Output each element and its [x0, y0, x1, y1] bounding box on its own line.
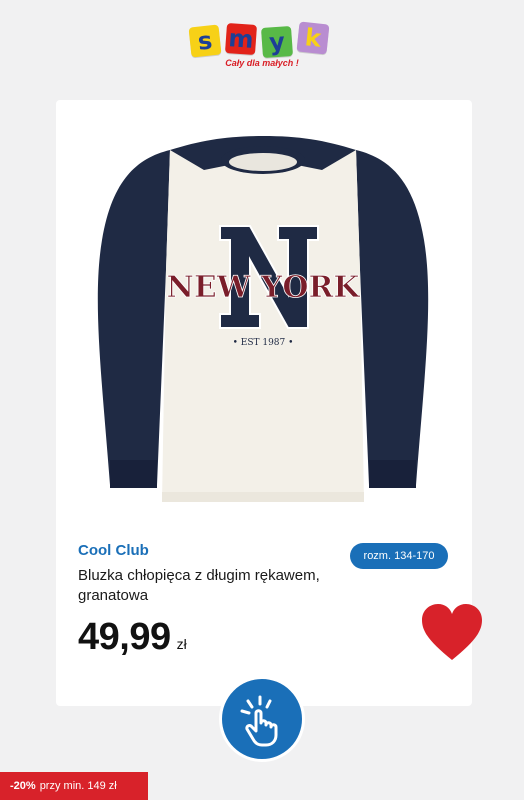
- promo-text: przy min. 149 zł: [39, 780, 117, 792]
- product-card[interactable]: NEW YORK • EST 1987 • Cool Club rozm. 13…: [56, 100, 472, 706]
- logo-tagline: Cały dla małych !: [225, 58, 299, 68]
- price-value: 49,99: [78, 616, 171, 658]
- product-image[interactable]: NEW YORK • EST 1987 •: [82, 130, 444, 508]
- tap-button[interactable]: [219, 676, 305, 762]
- print-text: NEW YORK: [167, 270, 361, 305]
- logo-tiles: s m y k: [188, 21, 334, 62]
- smyk-logo: s m y k Cały dla małych !: [188, 21, 334, 74]
- logo-letter-y: y: [260, 25, 294, 59]
- size-badge: rozm. 134-170: [350, 543, 448, 569]
- promo-bar[interactable]: -20% przy min. 149 zł: [0, 772, 148, 800]
- product-price: 49,99 zł: [78, 616, 187, 659]
- logo-letter-k: k: [296, 21, 330, 55]
- logo-letter-m: m: [224, 22, 258, 56]
- heart-icon[interactable]: [420, 602, 484, 662]
- logo-letter-s: s: [188, 24, 222, 58]
- print-subtext: • EST 1987 •: [233, 338, 294, 348]
- tap-hand-icon: [240, 695, 278, 747]
- promo-discount: -20%: [10, 780, 36, 792]
- price-currency: zł: [176, 636, 187, 652]
- product-title[interactable]: Bluzka chłopięca z długim rękawem, grana…: [78, 566, 338, 606]
- product-brand[interactable]: Cool Club: [78, 542, 149, 559]
